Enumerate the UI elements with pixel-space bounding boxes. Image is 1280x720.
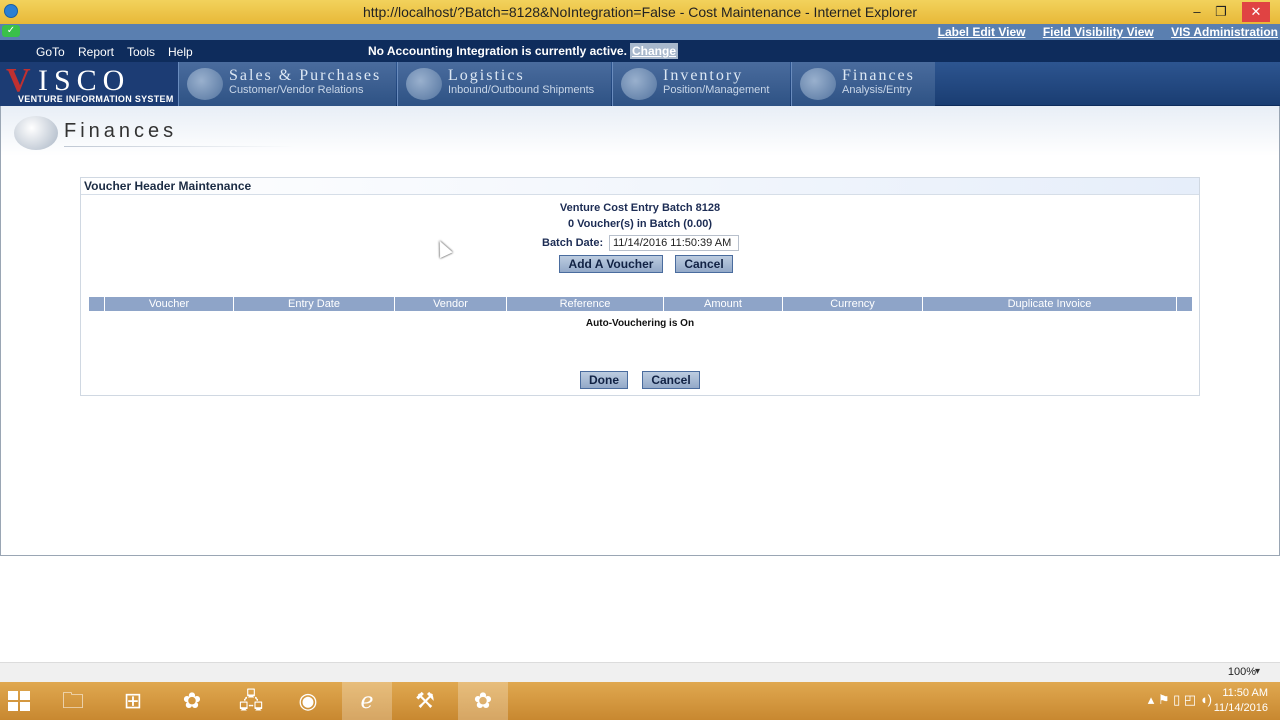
start-button[interactable]	[8, 691, 30, 711]
nav-tab-title: Sales & Purchases	[229, 67, 382, 84]
menu-bar: GoTo Report Tools Help No Accounting Int…	[0, 40, 1280, 62]
system-tray-icons[interactable]: ▴ ⚑ ▯ ◰ ◖)	[1148, 692, 1212, 708]
column-duplicate-invoice[interactable]: Duplicate Invoice	[922, 297, 1176, 311]
finances-page-icon	[14, 116, 58, 150]
cancel-button-bottom[interactable]: Cancel	[642, 371, 700, 389]
taskbar: 🗀 ⊞ ✿ 🖧 ◉ ℯ ⚒ ✿ ▴ ⚑ ▯ ◰ ◖) 11:50 AM 11/1…	[0, 682, 1280, 720]
frame-border-bottom	[0, 555, 1280, 556]
page-heading: Finances	[0, 106, 1280, 156]
add-voucher-button[interactable]: Add A Voucher	[559, 255, 663, 273]
visco-logo[interactable]: V ISCO VENTURE INFORMATION SYSTEM	[0, 62, 178, 106]
tools-app-icon[interactable]: ⚒	[400, 682, 450, 720]
heading-divider	[64, 146, 294, 147]
voucher-grid-header: Voucher Entry Date Vendor Reference Amou…	[89, 297, 1192, 311]
internet-explorer-icon[interactable]: ℯ	[342, 682, 392, 720]
module-nav-band: V ISCO VENTURE INFORMATION SYSTEM Sales …	[0, 62, 1280, 106]
done-button[interactable]: Done	[580, 371, 628, 389]
column-amount[interactable]: Amount	[663, 297, 782, 311]
frame-border-left	[0, 106, 1, 556]
nav-tab-subtitle: Position/Management	[663, 84, 770, 96]
chrome-icon[interactable]: ◉	[283, 682, 333, 720]
nav-tab-subtitle: Analysis/Entry	[842, 84, 912, 96]
label-edit-view-link[interactable]: Label Edit View	[938, 25, 1026, 39]
window-title: http://localhost/?Batch=8128&NoIntegrati…	[362, 4, 918, 20]
store-icon[interactable]: ⊞	[108, 682, 158, 720]
batch-date-label: Batch Date:	[542, 237, 604, 249]
visco-app-icon[interactable]: ✿	[167, 682, 217, 720]
logistics-icon	[406, 68, 442, 100]
taskbar-clock[interactable]: 11:50 AM 11/14/2016	[1214, 686, 1268, 716]
logo-subtitle: VENTURE INFORMATION SYSTEM	[18, 94, 174, 104]
nav-tab-finances[interactable]: Finances Analysis/Entry	[791, 62, 935, 106]
auto-vouchering-status: Auto-Vouchering is On	[585, 318, 695, 329]
close-button[interactable]: ✕	[1242, 2, 1270, 22]
admin-links-bar: ✓ Label Edit View Field Visibility View …	[0, 24, 1280, 40]
column-currency[interactable]: Currency	[782, 297, 922, 311]
visco-app-icon-2[interactable]: ✿	[458, 682, 508, 720]
network-app-icon[interactable]: 🖧	[226, 682, 276, 720]
zoom-dropdown-icon[interactable]: ▾	[1255, 666, 1260, 677]
nav-tab-title: Finances	[842, 67, 915, 84]
inventory-icon	[621, 68, 657, 100]
nav-tab-title: Logistics	[448, 67, 525, 84]
nav-tab-subtitle: Customer/Vendor Relations	[229, 84, 364, 96]
change-integration-button[interactable]: Change	[630, 43, 679, 59]
nav-tab-title: Inventory	[663, 67, 744, 84]
menu-report[interactable]: Report	[78, 45, 114, 59]
column-vendor[interactable]: Vendor	[394, 297, 506, 311]
finances-icon	[800, 68, 836, 100]
nav-tab-sales-purchases[interactable]: Sales & Purchases Customer/Vendor Relati…	[178, 62, 396, 106]
integration-status: No Accounting Integration is currently a…	[368, 44, 627, 58]
nav-tab-logistics[interactable]: Logistics Inbound/Outbound Shipments	[397, 62, 611, 106]
column-reference[interactable]: Reference	[506, 297, 663, 311]
logo-isco: ISCO	[38, 64, 131, 97]
menu-tools[interactable]: Tools	[127, 45, 155, 59]
page-title: Finances	[64, 120, 178, 142]
minimize-button[interactable]: –	[1185, 2, 1209, 22]
batch-date-input[interactable]	[609, 235, 739, 251]
nav-tab-subtitle: Inbound/Outbound Shipments	[448, 84, 595, 96]
title-bar: http://localhost/?Batch=8128&NoIntegrati…	[0, 0, 1280, 24]
batch-title: Venture Cost Entry Batch 8128	[559, 202, 721, 214]
clock-date: 11/14/2016	[1213, 702, 1268, 714]
nav-tab-inventory[interactable]: Inventory Position/Management	[612, 62, 790, 106]
menu-goto[interactable]: GoTo	[36, 45, 65, 59]
connection-status-icon: ✓	[2, 25, 20, 37]
panel-header: Voucher Header Maintenance	[81, 178, 1199, 195]
column-voucher[interactable]: Voucher	[104, 297, 233, 311]
zoom-level[interactable]: 100%	[1228, 666, 1256, 678]
column-end	[1176, 297, 1192, 311]
menu-help[interactable]: Help	[168, 45, 193, 59]
voucher-header-panel: Voucher Header Maintenance Venture Cost …	[80, 177, 1200, 396]
voucher-count: 0 Voucher(s) in Batch (0.00)	[567, 218, 713, 230]
restore-button[interactable]: ❐	[1209, 2, 1233, 22]
clock-time: 11:50 AM	[1222, 687, 1268, 699]
browser-status-bar: 100% ▾	[0, 662, 1280, 682]
column-entry-date[interactable]: Entry Date	[233, 297, 394, 311]
cancel-button[interactable]: Cancel	[675, 255, 733, 273]
sales-icon	[187, 68, 223, 100]
vis-administration-link[interactable]: VIS Administration	[1171, 25, 1278, 39]
field-visibility-view-link[interactable]: Field Visibility View	[1043, 25, 1154, 39]
file-explorer-icon[interactable]: 🗀	[48, 682, 98, 720]
